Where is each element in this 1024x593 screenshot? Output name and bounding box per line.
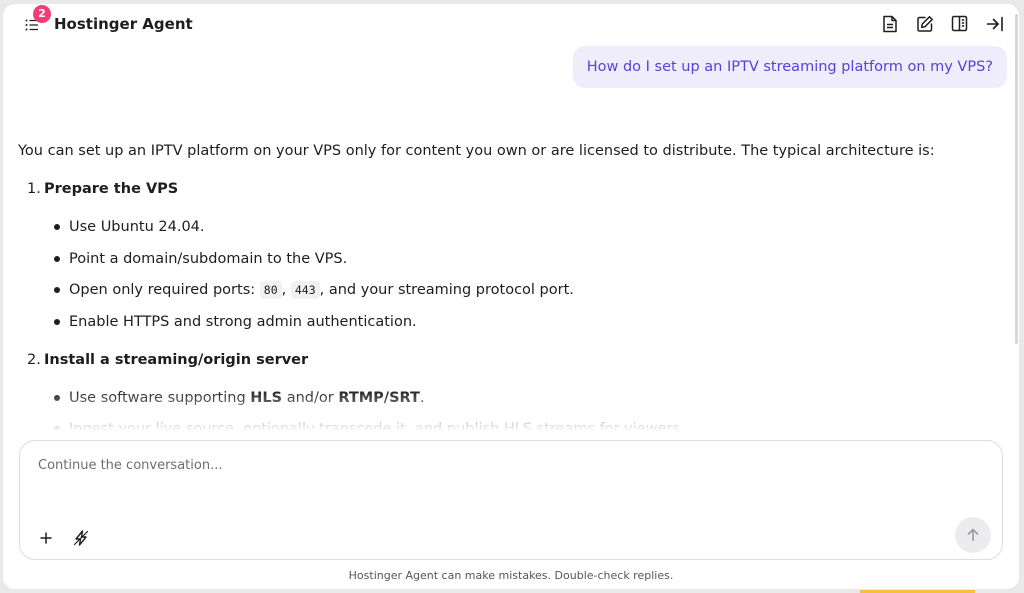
new-chat-button[interactable] [914,13,935,34]
collapse-right-icon [986,16,1003,31]
document-icon [882,15,897,32]
step-heading: 1. Prepare the VPS [27,178,1008,200]
list-item-text: , [281,282,291,298]
scrollbar[interactable] [1015,14,1018,344]
app-title: Hostinger Agent [54,15,193,33]
assistant-response: You can set up an IPTV platform on your … [18,140,1008,430]
response-intro: You can set up an IPTV platform on your … [18,143,935,159]
zap-icon [73,530,89,546]
step-title: Install a streaming/origin server [44,351,309,368]
step-bullets: Use Ubuntu 24.04. Point a domain/subdoma… [18,216,1008,333]
chat-panel: 2 Hostinger Agent How do I set up an IPT… [3,4,1019,589]
disclaimer-text: Hostinger Agent can make mistakes. Doubl… [348,569,674,582]
list-item-text: and/or [282,389,339,406]
list-item: Ingest your live source, optionally tran… [18,418,1008,430]
list-item: Open only required ports: 80, 443, and y… [18,279,1008,301]
step-bullets: Use software supporting HLS and/or RTMP/… [18,387,1008,430]
arrow-up-icon [967,528,979,542]
message-input[interactable] [38,458,938,498]
step-title: Prepare the VPS [44,181,179,197]
list-item-text: . [419,389,425,406]
list-item-text: Use software supporting [69,389,251,406]
add-attachment-button[interactable] [38,530,54,546]
step-number: 2. [27,351,41,368]
inline-code: 443 [290,281,320,299]
edit-icon [916,15,933,32]
document-button[interactable] [879,13,900,34]
bold-text: HLS [250,389,283,406]
list-item: Use software supporting HLS and/or RTMP/… [18,387,1008,409]
list-item: Enable HTTPS and strong admin authentica… [18,311,1008,333]
list-item-text: Open only required ports: [69,282,260,298]
bold-text: RTMP/SRT [338,389,420,406]
book-panel-icon [951,15,968,32]
step-heading: 2. Install a streaming/origin server [27,349,1008,371]
send-button[interactable] [955,517,991,553]
header-actions [879,13,1005,34]
tools-button[interactable] [72,529,90,547]
panel-button[interactable] [949,13,970,34]
collapse-button[interactable] [984,13,1005,34]
user-message-bubble: How do I set up an IPTV streaming platfo… [572,46,1007,88]
notification-badge: 2 [33,5,51,23]
inline-code: 80 [259,281,282,299]
list-item: Use Ubuntu 24.04. [18,216,1008,238]
plus-icon [40,532,52,544]
header: 2 Hostinger Agent [3,4,1019,44]
step-number: 1. [27,181,41,197]
list-item-text: , and your streaming protocol port. [319,282,574,298]
list-item: Point a domain/subdomain to the VPS. [18,248,1008,270]
composer [19,440,1003,560]
